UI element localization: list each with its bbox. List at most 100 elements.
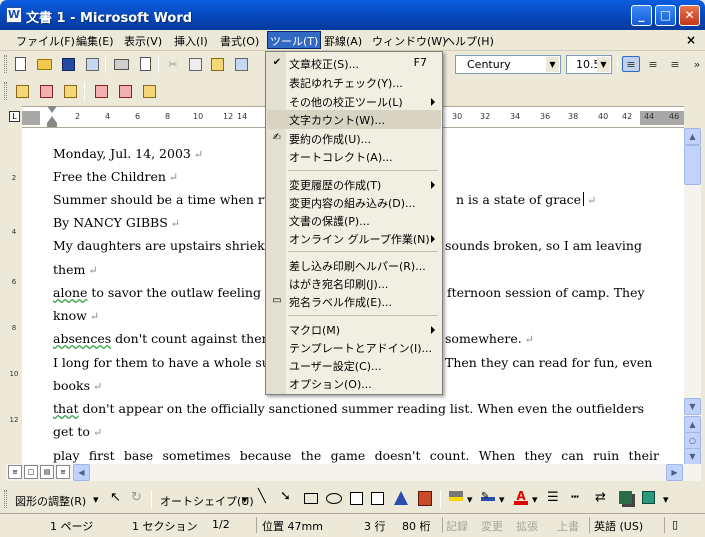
menu-view[interactable]: 表示(V): [122, 33, 164, 49]
print-layout-icon[interactable]: ▤: [40, 465, 54, 479]
previous-page-icon[interactable]: ▲: [684, 416, 701, 433]
open-folder-icon[interactable]: [35, 56, 53, 72]
toolbar-options-icon[interactable]: »: [688, 56, 705, 72]
scroll-left-icon[interactable]: ◀: [73, 464, 90, 481]
maximize-icon[interactable]: □: [655, 5, 676, 26]
menu-item-macro[interactable]: マクロ(M): [267, 320, 441, 339]
menu-item-postcard-printing[interactable]: はがき宛名印刷(J)...: [267, 274, 441, 293]
spelling-status-icon[interactable]: ▯: [672, 518, 678, 531]
indent-marker[interactable]: [46, 106, 58, 128]
menu-item-track-changes[interactable]: 変更履歴の作成(T): [267, 175, 441, 194]
font-name-select[interactable]: Century ▼: [455, 55, 561, 74]
menu-help[interactable]: ヘルプ(H): [442, 33, 496, 49]
arrow-icon[interactable]: ➘: [280, 489, 291, 504]
chevron-down-icon[interactable]: ▾: [93, 493, 99, 506]
arrow-style-icon[interactable]: ⇄: [595, 490, 606, 505]
label-icon[interactable]: [61, 83, 79, 99]
menu-window[interactable]: ウィンドウ(W): [370, 33, 448, 49]
scroll-thumb[interactable]: [684, 145, 701, 185]
format-painter-icon[interactable]: [232, 56, 250, 72]
adjust-shapes-menu[interactable]: 図形の調整(R): [15, 493, 86, 509]
menu-insert[interactable]: 挿入(I): [172, 33, 210, 49]
menu-item-variant-check[interactable]: 表記ゆれチェック(Y)...: [267, 73, 441, 92]
font-color-icon[interactable]: A: [514, 489, 528, 505]
menu-item-proofing[interactable]: ✔ 文章校正(S)... F7: [267, 54, 441, 73]
rectangle-icon[interactable]: [304, 493, 318, 504]
first-line-indent-icon[interactable]: [47, 106, 57, 113]
left-indent-icon[interactable]: [47, 123, 57, 127]
menu-file[interactable]: ファイル(F): [14, 33, 77, 49]
fill-color-icon[interactable]: [449, 491, 463, 501]
autoshapes-menu[interactable]: オートシェイプ(U): [160, 493, 254, 509]
permission-icon[interactable]: [83, 56, 101, 72]
address-icon[interactable]: [116, 83, 134, 99]
clipart-icon[interactable]: [418, 491, 432, 506]
line-style-icon[interactable]: ☰: [547, 490, 559, 505]
tab-stop-selector[interactable]: L: [6, 106, 22, 128]
menu-item-customize[interactable]: ユーザー設定(C)...: [267, 356, 441, 375]
envelope-icon[interactable]: [13, 83, 31, 99]
horizontal-scrollbar[interactable]: ≡ □ ▤ ≡ ◀ ▶: [6, 464, 701, 481]
print-preview-icon[interactable]: [136, 56, 154, 72]
mail-merge-icon[interactable]: [37, 83, 55, 99]
toolbar-grip[interactable]: [4, 82, 7, 100]
font-size-select[interactable]: 10.5 ▼: [566, 55, 612, 74]
chevron-down-icon[interactable]: ▾: [532, 493, 538, 506]
align-center-icon[interactable]: ≡: [644, 56, 662, 72]
oval-icon[interactable]: [326, 493, 342, 504]
shadow-icon[interactable]: [619, 491, 632, 504]
scroll-down-icon[interactable]: ▼: [684, 398, 701, 415]
align-justify-icon[interactable]: ≡: [622, 56, 640, 72]
paste-icon[interactable]: [208, 56, 226, 72]
scroll-right-icon[interactable]: ▶: [666, 464, 683, 481]
menu-item-autocorrect[interactable]: オートコレクト(A)...: [267, 147, 441, 166]
chevron-down-icon[interactable]: ▾: [499, 493, 505, 506]
copy-icon[interactable]: [186, 56, 204, 72]
menu-item-address-labels[interactable]: ▭ 宛名ラベル作成(E)...: [267, 292, 441, 311]
save-icon[interactable]: [59, 56, 77, 72]
cut-icon[interactable]: ✂: [164, 56, 182, 72]
print-icon[interactable]: [112, 56, 130, 72]
minimize-icon[interactable]: _: [631, 5, 652, 26]
web-view-icon[interactable]: □: [24, 465, 38, 479]
chevron-down-icon[interactable]: ▾: [663, 493, 669, 506]
next-page-icon[interactable]: ▼: [684, 448, 701, 465]
dash-style-icon[interactable]: ┅: [571, 490, 579, 505]
menu-item-options[interactable]: オプション(O)...: [267, 374, 441, 393]
menu-item-templates-addins[interactable]: テンプレートとアドイン(I)...: [267, 338, 441, 357]
menu-item-merge-changes[interactable]: 変更内容の組み込み(D)...: [267, 193, 441, 212]
line-color-icon[interactable]: ✎: [481, 491, 495, 502]
vertical-textbox-icon[interactable]: [371, 492, 384, 505]
wordart-icon[interactable]: [394, 491, 408, 505]
align-right-icon[interactable]: ≡: [666, 56, 684, 72]
menu-edit[interactable]: 編集(E): [74, 33, 116, 49]
word-app-icon[interactable]: W: [6, 7, 22, 23]
document-close-icon[interactable]: ×: [686, 33, 696, 47]
menu-tools[interactable]: ツール(T): [267, 31, 322, 49]
menu-format[interactable]: 書式(O): [218, 33, 261, 49]
status-trk[interactable]: 変更: [481, 518, 503, 534]
line-icon[interactable]: ╲: [258, 489, 266, 504]
status-ext[interactable]: 拡張: [516, 518, 538, 534]
normal-view-icon[interactable]: ≡: [8, 465, 22, 479]
new-document-icon[interactable]: [11, 56, 29, 72]
vertical-ruler[interactable]: 2 4 6 8 10 12: [6, 128, 22, 464]
status-rec[interactable]: 記録: [446, 518, 468, 534]
label-print-icon[interactable]: [140, 83, 158, 99]
chevron-down-icon[interactable]: ▾: [242, 493, 248, 506]
menu-item-protect-document[interactable]: 文書の保護(P)...: [267, 211, 441, 230]
browse-object-icon[interactable]: ○: [684, 432, 701, 449]
outline-view-icon[interactable]: ≡: [56, 465, 70, 479]
scroll-up-icon[interactable]: ▲: [684, 128, 701, 145]
close-icon[interactable]: ✕: [679, 5, 700, 26]
chevron-down-icon[interactable]: ▼: [546, 57, 559, 72]
toolbar-grip[interactable]: [4, 490, 7, 508]
chevron-down-icon[interactable]: ▼: [597, 57, 610, 72]
menu-item-other-proofing[interactable]: その他の校正ツール(L): [267, 92, 441, 111]
menu-item-mail-merge-helper[interactable]: 差し込み印刷ヘルパー(R)...: [267, 256, 441, 275]
vertical-scrollbar[interactable]: ▲ ▼ ▲ ○ ▼: [684, 128, 701, 465]
menu-item-autosummarize[interactable]: ✍ 要約の作成(U)...: [267, 129, 441, 148]
toolbar-grip[interactable]: [4, 55, 7, 73]
3d-icon[interactable]: [642, 491, 655, 504]
chevron-down-icon[interactable]: ▾: [467, 493, 473, 506]
